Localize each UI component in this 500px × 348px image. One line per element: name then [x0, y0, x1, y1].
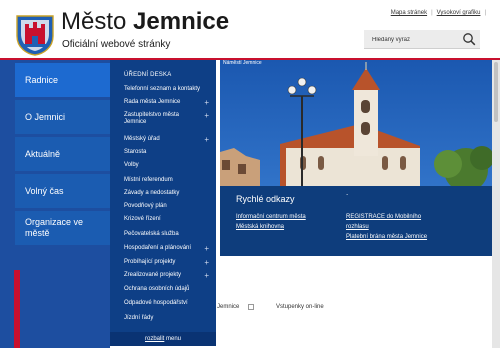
submenu-item-label: Zrealizované projekty — [124, 272, 182, 278]
search-input[interactable] — [370, 33, 458, 46]
submenu-item-label: Odpadové hospodářství — [124, 300, 188, 306]
submenu-item-label: Místní referendum — [124, 177, 173, 183]
site-title-bold: Jemnice — [133, 8, 230, 35]
nav-item-aktualne[interactable]: Aktuálně — [15, 137, 110, 171]
submenu-item-label: Starosta — [124, 149, 147, 155]
site-header: Město Jemnice Oficiální webové stránky M… — [0, 0, 500, 58]
expand-plus-icon[interactable]: + — [204, 112, 209, 120]
submenu-item-label: Probíhající projekty — [124, 259, 176, 265]
expand-menu-toggle[interactable]: rozbalit menu — [110, 332, 216, 346]
city-crest-logo[interactable] — [15, 14, 55, 56]
site-title[interactable]: Město Jemnice — [61, 8, 229, 36]
search-box — [364, 30, 480, 49]
quick-link-info-center[interactable]: Informační centrum města — [236, 214, 306, 220]
submenu-heading[interactable]: ÚŘEDNÍ DESKA — [124, 72, 171, 78]
expand-plus-icon[interactable]: + — [204, 136, 209, 144]
broken-image-icon — [248, 304, 254, 310]
submenu-item-label: Telefonní seznam a kontakty — [124, 86, 201, 92]
submenu-item-label: Ochrana osobních údajů — [124, 286, 190, 292]
nav-item-organizace[interactable]: Organizace ve městě — [15, 211, 110, 245]
quick-link-library[interactable]: Městská knihovna — [236, 224, 284, 230]
expand-plus-icon[interactable]: + — [204, 245, 209, 253]
submenu-item-label: Zastupitelstvo města Jemnice — [124, 112, 180, 125]
nav-item-o-jemnici[interactable]: O Jemnici — [15, 100, 110, 134]
submenu-item-label: Hospodaření a plánování — [124, 245, 192, 251]
submenu-item[interactable]: Probíhající projekty + — [124, 259, 216, 267]
nav-item-volny-cas[interactable]: Volný čas — [15, 174, 110, 208]
expand-menu-suffix: menu — [164, 336, 182, 342]
submenu-item[interactable]: Jízdní řády — [124, 315, 216, 322]
submenu-item[interactable]: Povodňový plán — [124, 203, 216, 210]
quick-links-panel: Rychlé odkazy . Informační centrum města… — [220, 186, 492, 256]
submenu-item[interactable]: Místní referendum — [124, 177, 216, 184]
submenu-item[interactable]: Hospodaření a plánování + — [124, 245, 216, 253]
submenu-item[interactable]: Volby — [124, 162, 216, 169]
site-subtitle: Oficiální webové stránky — [62, 39, 171, 50]
hero-alt-text: Náměstí Jemnice — [223, 60, 262, 66]
submenu-item-label: Jízdní řády — [124, 315, 154, 321]
site-title-regular: Město — [61, 8, 127, 35]
submenu-item[interactable]: Ochrana osobních údajů — [124, 286, 216, 293]
submenu-item-label: Pečovatelská služba — [124, 231, 179, 237]
submenu-item-label: Závady a nedostatky — [124, 190, 180, 196]
submenu-item[interactable]: Zrealizované projekty + — [124, 272, 216, 280]
submenu-item-label: Krizové řízení — [124, 216, 161, 222]
search-icon[interactable] — [462, 32, 476, 46]
scrollbar-thumb[interactable] — [494, 62, 498, 122]
quick-link-mobile-radio-2[interactable]: rozhlasu — [346, 224, 369, 230]
expand-plus-icon[interactable]: + — [204, 272, 209, 280]
submenu-item[interactable]: Městský úřad + — [124, 136, 216, 144]
quick-links-dot: . — [346, 188, 349, 197]
quick-links-title: Rychlé odkazy — [236, 194, 295, 204]
submenu-item[interactable]: Krizové řízení — [124, 216, 216, 223]
expand-menu-link[interactable]: rozbalit — [145, 336, 164, 342]
submenu-item[interactable]: Telefonní seznam a kontakty — [124, 86, 216, 93]
page-scrollbar[interactable] — [492, 60, 500, 348]
quick-link-mobile-radio[interactable]: REGISTRACE do Mobilního — [346, 214, 421, 220]
sitemap-link[interactable]: Mapa stránek — [391, 10, 427, 16]
expand-plus-icon[interactable]: + — [204, 259, 209, 267]
submenu-item[interactable]: Rada města Jemnice + — [124, 99, 216, 107]
radnice-submenu: ÚŘEDNÍ DESKA Telefonní seznam a kontakty… — [110, 60, 216, 346]
submenu-item-label: Rada města Jemnice — [124, 99, 181, 105]
submenu-item-label: Povodňový plán — [124, 203, 167, 209]
expand-plus-icon[interactable]: + — [204, 99, 209, 107]
nav-item-radnice[interactable]: Radnice — [15, 63, 110, 97]
high-contrast-link[interactable]: Vysokoví grafiku — [437, 10, 481, 16]
top-links: Mapa stránek | Vysokoví grafiku | — [391, 10, 490, 16]
submenu-item-label: Městský úřad — [124, 136, 160, 142]
quick-link-payment-gate[interactable]: Platební brána města Jemnice — [346, 234, 427, 240]
content-accent-bar — [14, 270, 20, 348]
separator: | — [431, 10, 433, 16]
submenu-item[interactable]: Pečovatelská služba — [124, 231, 216, 238]
submenu-item[interactable]: Závady a nedostatky — [124, 190, 216, 197]
separator: | — [484, 10, 486, 16]
submenu-item[interactable]: Starosta — [124, 149, 216, 156]
submenu-item[interactable]: Odpadové hospodářství — [124, 300, 216, 307]
lower-text-jemnice[interactable]: Jemnice — [217, 304, 239, 310]
tickets-online-link[interactable]: Vstupenky on-line — [276, 304, 324, 310]
submenu-item-label: Volby — [124, 162, 139, 168]
submenu-item[interactable]: Zastupitelstvo města Jemnice + — [124, 112, 209, 126]
